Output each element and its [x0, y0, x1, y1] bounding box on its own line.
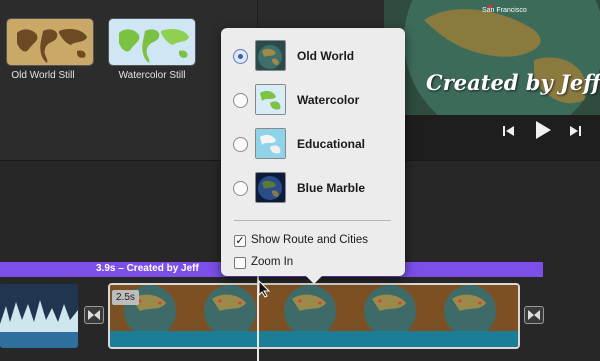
- theme-label: Old World: [297, 49, 355, 63]
- popover-arrow: [305, 275, 323, 284]
- audio-video-clip[interactable]: [0, 284, 78, 348]
- checkbox-label: Zoom In: [251, 256, 294, 268]
- play-button[interactable]: [534, 120, 552, 145]
- viewer-frame: San Francisco Created by Jeff: [384, 0, 600, 115]
- checkbox-label: Show Route and Cities: [251, 234, 368, 246]
- show-route-and-cities-option[interactable]: ✓ Show Route and Cities: [234, 234, 394, 250]
- old-world-still-thumbnail[interactable]: [6, 18, 94, 66]
- watercolor-still-thumbnail[interactable]: [108, 18, 196, 66]
- theme-option-old-world[interactable]: Old World: [233, 40, 398, 74]
- map-clip[interactable]: [108, 283, 520, 349]
- theme-label: Educational: [297, 137, 366, 151]
- transition-icon: [88, 310, 100, 320]
- mouse-pointer-icon: [258, 280, 270, 298]
- zoom-in-option[interactable]: Zoom In: [234, 256, 394, 272]
- checkbox-unchecked[interactable]: [234, 257, 246, 269]
- transition-button[interactable]: [84, 306, 104, 324]
- old-world-globe-icon: [255, 40, 286, 71]
- clip-audio-strip: [110, 331, 518, 347]
- radio-button[interactable]: [233, 93, 248, 108]
- radio-button[interactable]: [233, 181, 248, 196]
- theme-label: Blue Marble: [297, 181, 366, 195]
- radio-button[interactable]: [233, 49, 248, 64]
- thumbnail-label: Watercolor Still: [118, 70, 186, 81]
- theme-option-blue-marble[interactable]: Blue Marble: [233, 172, 398, 206]
- theme-option-watercolor[interactable]: Watercolor: [233, 84, 398, 118]
- previous-button[interactable]: [502, 124, 516, 143]
- city-label: San Francisco: [482, 7, 527, 14]
- viewer: San Francisco Created by Jeff: [384, 0, 600, 160]
- theme-option-educational[interactable]: Educational: [233, 128, 398, 162]
- transition-button[interactable]: [524, 306, 544, 324]
- educational-globe-icon: [255, 128, 286, 159]
- radio-button[interactable]: [233, 137, 248, 152]
- title-overlay-text: Created by Jeff: [426, 70, 600, 95]
- play-icon: [536, 121, 551, 139]
- popover-divider: [234, 220, 391, 221]
- transition-icon: [528, 310, 540, 320]
- theme-label: Watercolor: [297, 93, 360, 107]
- skip-back-icon: [503, 126, 514, 136]
- theme-browser: Old World Still Watercolor Still: [0, 0, 258, 160]
- blue-marble-globe-icon: [255, 172, 286, 203]
- next-button[interactable]: [568, 124, 582, 143]
- thumbnail-label: Old World Still: [11, 70, 75, 81]
- skip-forward-icon: [570, 126, 581, 136]
- clip-duration-badge: 2.5s: [112, 290, 139, 305]
- watercolor-globe-icon: [255, 84, 286, 115]
- checkbox-checked[interactable]: ✓: [234, 235, 246, 247]
- title-clip-label: 3.9s – Created by Jeff: [96, 263, 199, 274]
